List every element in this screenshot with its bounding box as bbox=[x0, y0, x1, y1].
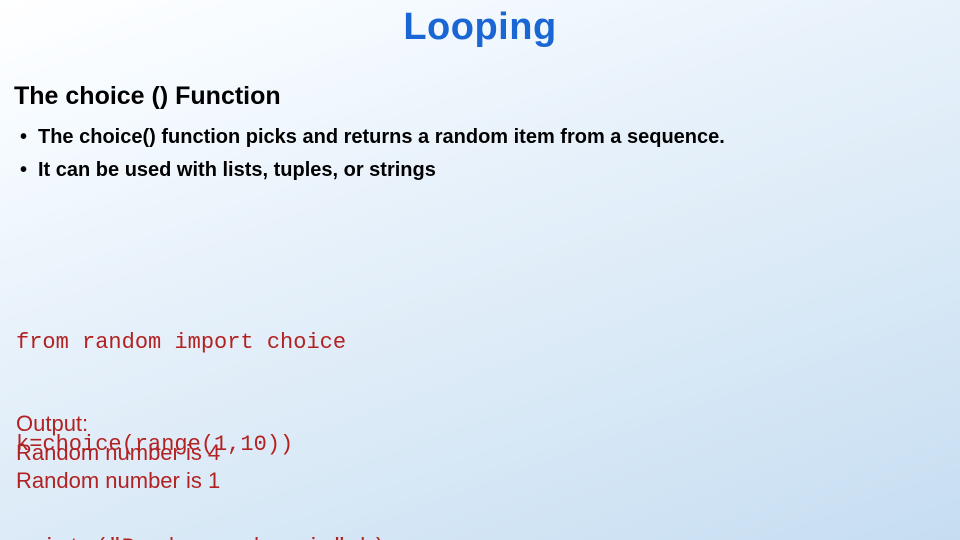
bullet-item: The choice() function picks and returns … bbox=[18, 124, 936, 151]
code-line: print ("Random number is",k) bbox=[16, 531, 386, 540]
code-block: from random import choice k=choice(range… bbox=[16, 258, 386, 540]
output-line: Random number is 4 bbox=[16, 439, 220, 468]
output-label: Output: bbox=[16, 410, 220, 439]
output-line: Random number is 1 bbox=[16, 467, 220, 496]
section-heading: The choice () Function bbox=[14, 82, 281, 111]
slide-title: Looping bbox=[0, 6, 960, 49]
output-block: Output: Random number is 4 Random number… bbox=[16, 410, 220, 496]
bullet-list: The choice() function picks and returns … bbox=[18, 124, 936, 190]
bullet-item: It can be used with lists, tuples, or st… bbox=[18, 157, 936, 184]
code-line: from random import choice bbox=[16, 326, 386, 360]
